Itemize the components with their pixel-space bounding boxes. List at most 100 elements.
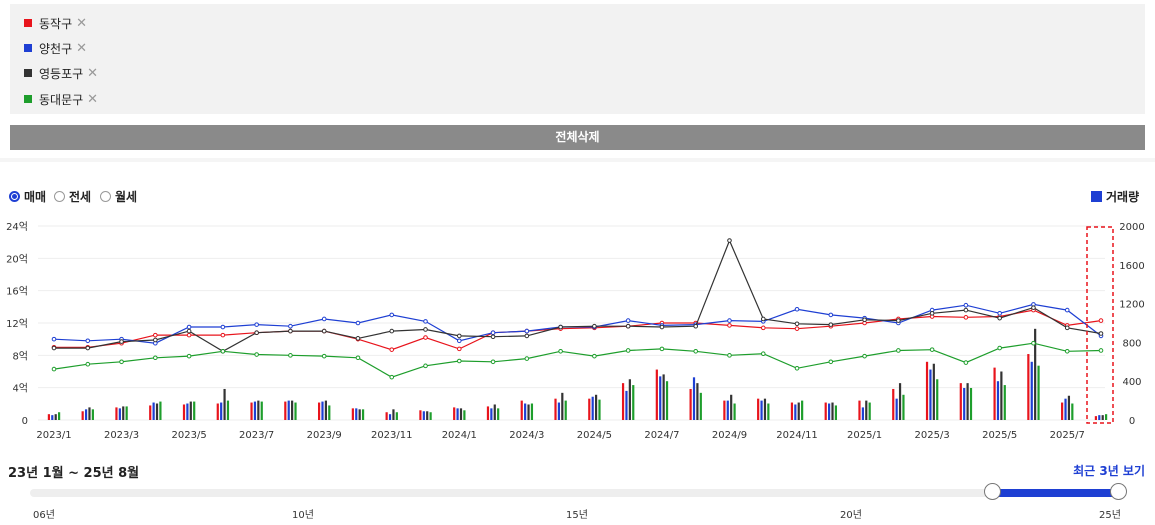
price-point bbox=[456, 346, 462, 352]
slider-start-handle[interactable] bbox=[984, 483, 1001, 500]
volume-toggle[interactable]: 거래량 bbox=[1091, 188, 1139, 205]
price-point bbox=[254, 322, 259, 327]
volume-bar bbox=[696, 383, 699, 420]
remove-icon[interactable]: ✕ bbox=[76, 41, 87, 56]
volume-bar bbox=[1105, 414, 1108, 420]
radio-sale[interactable]: 매매 bbox=[9, 188, 46, 205]
clear-all-button[interactable]: 전체삭제 bbox=[10, 125, 1145, 150]
price-point bbox=[288, 328, 293, 334]
price-point bbox=[186, 353, 192, 359]
price-point bbox=[997, 345, 1002, 351]
price-point bbox=[794, 306, 800, 312]
volume-bar bbox=[925, 361, 929, 420]
volume-bar bbox=[1037, 365, 1040, 420]
volume-bar bbox=[419, 410, 422, 420]
x-tick-label: 2025/7 bbox=[1050, 430, 1085, 441]
filter-item-yangcheon: 양천구 ✕ bbox=[24, 38, 87, 58]
volume-bar bbox=[456, 408, 459, 420]
price-point bbox=[524, 333, 530, 339]
volume-bar bbox=[861, 407, 864, 420]
volume-bar bbox=[392, 409, 395, 420]
volume-bar bbox=[54, 414, 57, 420]
volume-bar bbox=[588, 398, 591, 420]
volume-bar bbox=[699, 392, 702, 420]
volume-bar bbox=[88, 407, 91, 420]
price-point bbox=[963, 307, 969, 313]
price-point bbox=[929, 347, 935, 352]
volume-bar bbox=[388, 414, 392, 420]
volume-bar bbox=[321, 401, 324, 420]
volume-bar bbox=[932, 363, 935, 420]
price-point bbox=[85, 338, 91, 344]
filter-label: 영등포구 bbox=[39, 66, 84, 81]
price-point bbox=[153, 337, 158, 343]
y-right-tick-label: 2000 bbox=[1119, 222, 1144, 233]
volume-bar bbox=[497, 408, 500, 420]
price-point bbox=[456, 338, 462, 344]
price-point bbox=[693, 323, 699, 329]
volume-bar bbox=[1064, 398, 1067, 420]
color-swatch bbox=[24, 19, 32, 27]
volume-bar bbox=[182, 404, 186, 420]
volume-bar bbox=[422, 411, 425, 420]
color-swatch bbox=[24, 95, 32, 103]
price-point bbox=[659, 346, 665, 352]
volume-bar bbox=[655, 369, 658, 420]
volume-bar bbox=[828, 403, 831, 420]
x-tick-label: 2024/5 bbox=[577, 430, 612, 441]
volume-bar bbox=[361, 409, 365, 420]
volume-bar bbox=[966, 383, 969, 420]
price-point bbox=[490, 359, 496, 365]
volume-bar bbox=[115, 407, 118, 420]
volume-bar bbox=[959, 383, 962, 420]
volume-bar bbox=[226, 400, 230, 420]
volume-bar bbox=[659, 376, 662, 420]
price-point bbox=[963, 360, 969, 365]
y-left-tick-label: 24억 bbox=[6, 221, 28, 233]
price-point bbox=[997, 315, 1002, 321]
remove-icon[interactable]: ✕ bbox=[87, 92, 98, 107]
price-point bbox=[321, 353, 327, 359]
price-point bbox=[423, 319, 428, 324]
price-point bbox=[355, 355, 361, 361]
remove-icon[interactable]: ✕ bbox=[76, 16, 87, 31]
slider-tick-label: 06년 bbox=[33, 510, 55, 521]
volume-bar bbox=[1003, 385, 1006, 420]
remove-icon[interactable]: ✕ bbox=[87, 66, 98, 81]
volume-bar bbox=[1071, 403, 1074, 420]
recent-3-years-link[interactable]: 최근 3년 보기 bbox=[1073, 462, 1145, 479]
volume-bar bbox=[929, 369, 932, 420]
volume-bar bbox=[1027, 354, 1030, 420]
volume-bar bbox=[385, 412, 388, 420]
radio-monthly[interactable]: 월세 bbox=[100, 188, 137, 205]
price-point bbox=[389, 328, 395, 334]
price-point bbox=[592, 353, 597, 359]
volume-bar bbox=[561, 392, 564, 420]
date-range-slider[interactable] bbox=[30, 489, 1123, 497]
price-point bbox=[862, 317, 867, 323]
radio-jeonse[interactable]: 전세 bbox=[54, 188, 91, 205]
price-point bbox=[760, 316, 766, 322]
highlight-box bbox=[1086, 226, 1114, 424]
volume-bar bbox=[1030, 361, 1033, 420]
volume-bar bbox=[527, 404, 530, 420]
price-point bbox=[558, 348, 563, 354]
price-point bbox=[1064, 325, 1070, 331]
price-point bbox=[186, 328, 192, 334]
slider-end-handle[interactable] bbox=[1110, 483, 1127, 500]
volume-bar bbox=[122, 406, 125, 420]
volume-bar bbox=[621, 383, 625, 420]
price-volume-chart: 0 4억 8억 12억 16억 20억 24억 0 400 800 1200 1600 2000 2023… bbox=[6, 221, 1145, 441]
y-left-tick-label: 4억 bbox=[12, 383, 28, 395]
price-point bbox=[220, 332, 226, 338]
price-point bbox=[727, 238, 732, 243]
price-point bbox=[625, 318, 631, 323]
volume-bar bbox=[831, 402, 834, 420]
volume-bar bbox=[790, 402, 794, 420]
price-point bbox=[288, 353, 293, 358]
price-point bbox=[625, 348, 631, 353]
y-left-tick-label: 8억 bbox=[12, 350, 28, 362]
volume-bar bbox=[463, 410, 466, 420]
volume-bar bbox=[834, 405, 838, 420]
volume-bar bbox=[220, 402, 223, 420]
